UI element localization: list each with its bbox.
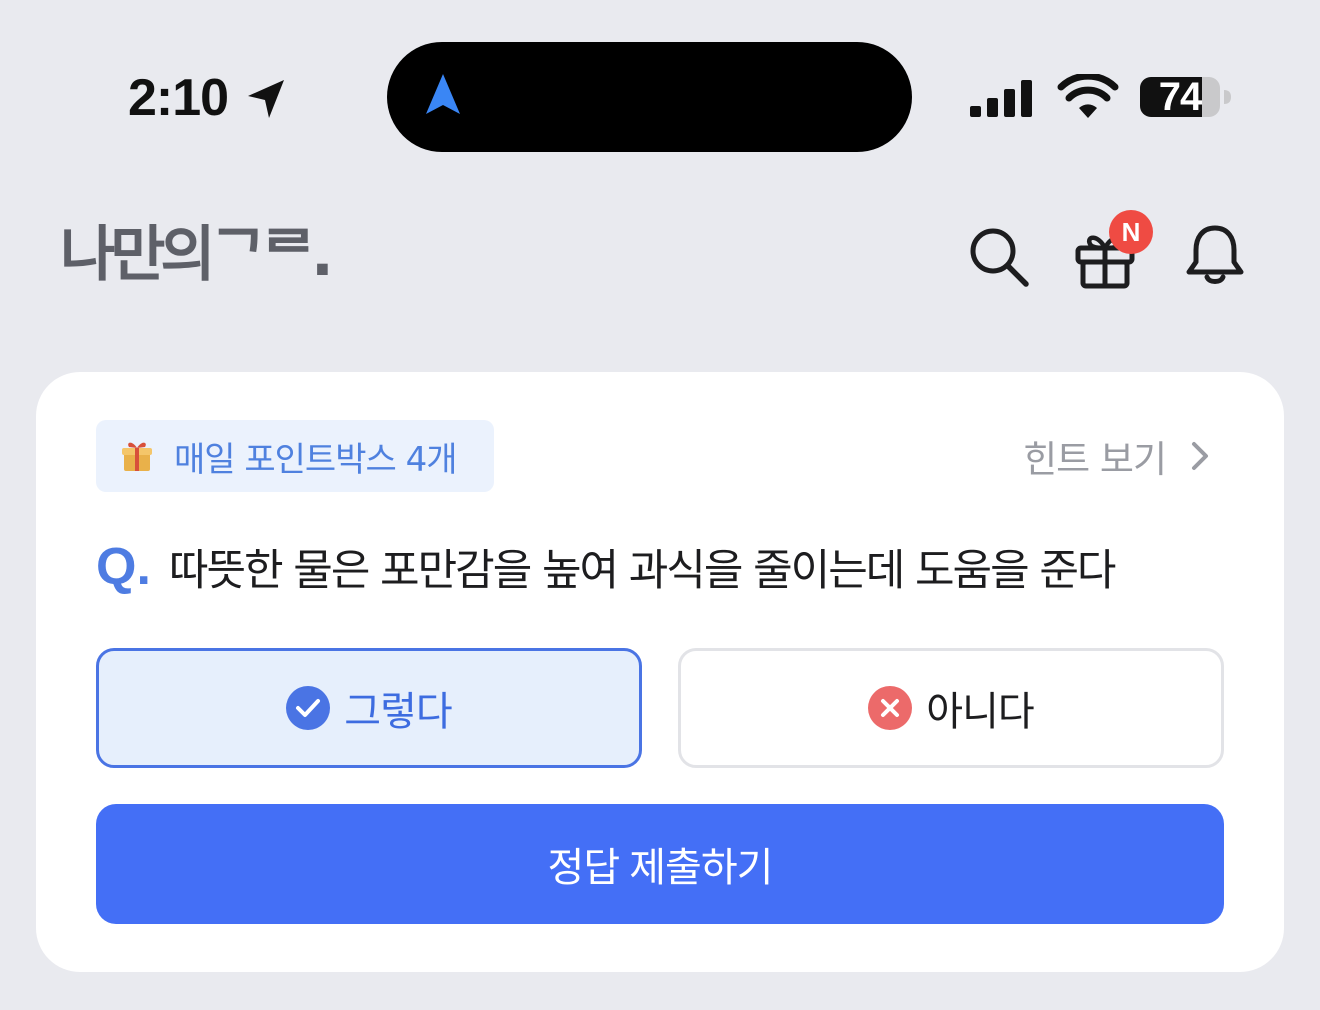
search-icon[interactable] xyxy=(966,224,1032,290)
check-circle-icon xyxy=(286,686,331,730)
answer-yes-button[interactable]: 그렇다 xyxy=(96,648,642,768)
navigation-arrow-icon xyxy=(426,74,460,114)
submit-answer-label: 정답 제출하기 xyxy=(547,846,774,890)
gift-box-icon xyxy=(122,442,152,471)
x-circle-icon xyxy=(868,686,913,730)
submit-answer-button[interactable]: 정답 제출하기 xyxy=(96,804,1224,924)
bell-icon[interactable] xyxy=(1182,222,1248,288)
cellular-signal-icon xyxy=(970,80,1032,117)
question: Q. 따뜻한 물은 포만감을 높여 과식을 줄이는데 도움을 준다 xyxy=(96,532,1244,602)
app-screen: 2:10 74 나만의ᄀᄅ. N 매일 포인트박스 4개 힌트 보기 Q. 따뜻… xyxy=(0,0,1320,1010)
hint-link[interactable]: 힌트 보기 xyxy=(1023,428,1214,484)
answer-yes-label: 그렇다 xyxy=(344,689,452,735)
points-chip-label: 매일 포인트박스 4개 xyxy=(174,439,457,480)
hint-label: 힌트 보기 xyxy=(1023,438,1167,481)
points-chip: 매일 포인트박스 4개 xyxy=(96,420,494,492)
app-logo[interactable]: 나만의ᄀᄅ. xyxy=(60,220,334,290)
status-time: 2:10 xyxy=(128,69,229,127)
answer-no-label: 아니다 xyxy=(926,689,1034,735)
wifi-icon xyxy=(1057,74,1119,118)
location-arrow-icon xyxy=(248,80,284,118)
answer-no-button[interactable]: 아니다 xyxy=(678,648,1224,768)
battery-level: 74 xyxy=(1158,75,1203,119)
question-text: 따뜻한 물은 포만감을 높여 과식을 줄이는데 도움을 준다 xyxy=(168,546,1117,596)
question-marker: Q. xyxy=(96,538,151,596)
quiz-card: 매일 포인트박스 4개 힌트 보기 Q. 따뜻한 물은 포만감을 높여 과식을 … xyxy=(36,372,1284,972)
chevron-right-icon xyxy=(1192,442,1208,470)
notification-badge: N xyxy=(1109,210,1153,254)
